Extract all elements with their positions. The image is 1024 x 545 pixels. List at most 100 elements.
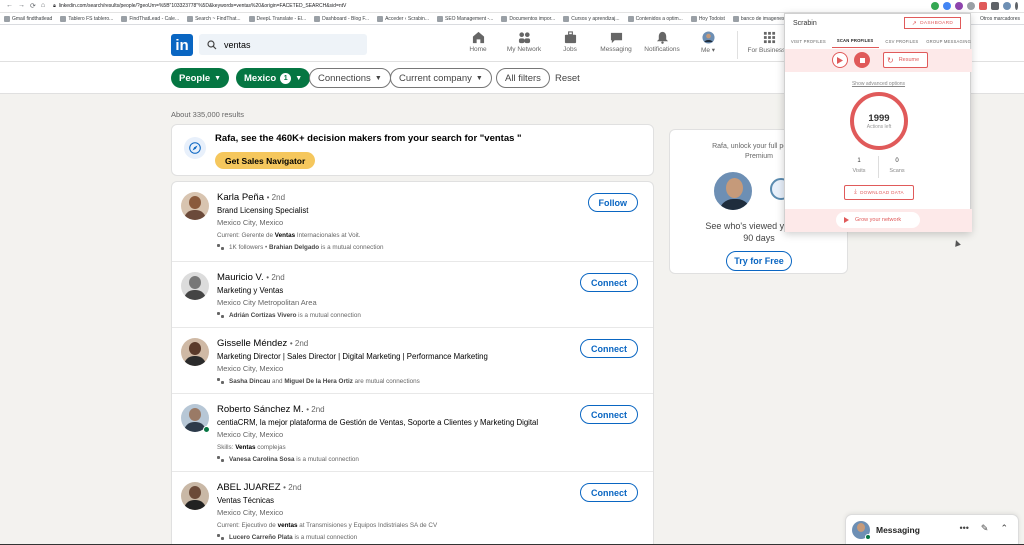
puzzle-icon[interactable] — [991, 2, 999, 10]
snippet-text: Current: Ejecutivo de — [217, 522, 278, 529]
reset-button[interactable]: Reset — [555, 73, 580, 84]
menu-icon[interactable] — [1015, 2, 1018, 10]
result-name[interactable]: Karla Peña • 2nd — [217, 192, 285, 203]
bookmark-item[interactable]: Hoy Todoist — [690, 15, 725, 22]
filter-label: Mexico — [244, 72, 277, 84]
mutual-connections[interactable]: Lucero Carreño Plata is a mutual connect… — [217, 534, 357, 541]
person-name[interactable]: Karla Peña — [217, 192, 264, 203]
scrabin-extension-icon[interactable] — [979, 2, 987, 10]
bookmark-item[interactable]: Gmail findthatlead — [4, 15, 52, 22]
avatar[interactable] — [181, 192, 209, 220]
connect-button[interactable]: Connect — [580, 273, 638, 292]
bookmark-item[interactable]: Tablero FS tablero... — [60, 15, 113, 22]
filter-label: Connections — [318, 72, 371, 84]
try-for-free-button[interactable]: Try for Free — [726, 251, 792, 271]
result-name[interactable]: Mauricio V. • 2nd — [217, 272, 285, 283]
avatar[interactable] — [181, 272, 209, 300]
scrabin-tab[interactable]: VISIT PROFILES — [785, 34, 832, 48]
nav-notifications[interactable]: Notifications — [639, 31, 685, 59]
result-name[interactable]: Gisselle Méndez • 2nd — [217, 338, 308, 349]
scrabin-popup: Scrabin ↗ DASHBOARD VISIT PROFILES SCAN P… — [784, 13, 972, 232]
grow-network-button[interactable]: Grow your network — [836, 212, 920, 228]
show-advanced-options-link[interactable]: Show advanced options — [785, 81, 972, 87]
bookmark-item[interactable]: Dashboard - Blog F... — [314, 15, 369, 22]
filter-people[interactable]: People ▼ — [171, 68, 230, 88]
external-link-icon: ↗ — [911, 20, 918, 27]
mutual-connections[interactable]: 1K followers • Brahian Delgado is a mutu… — [217, 244, 383, 251]
extension-icon[interactable] — [931, 2, 939, 10]
follow-button[interactable]: Follow — [587, 193, 638, 212]
avatar[interactable] — [181, 338, 209, 366]
forward-icon[interactable]: → — [18, 2, 25, 10]
bookmark-item[interactable]: Contenidos a optim... — [627, 15, 683, 22]
person-name[interactable]: Mauricio V. — [217, 272, 264, 283]
stop-button[interactable] — [854, 52, 870, 68]
profile-icon[interactable] — [1003, 2, 1011, 10]
bookmark-item[interactable]: banco de imagenes — [732, 15, 785, 22]
address-bar[interactable]: 🔒︎ linkedin.com/search/results/people/?g… — [53, 3, 346, 9]
bookmark-item[interactable]: FindThatLead - Cale... — [121, 15, 179, 22]
compose-icon[interactable]: ✎ — [981, 523, 989, 534]
filter-connections[interactable]: Connections ▼ — [309, 68, 391, 88]
bookmark-item[interactable]: DeepL Translate - El... — [248, 15, 306, 22]
bookmark-item[interactable]: Search ~ FindThat... — [187, 15, 241, 22]
visits-label: Visits — [852, 168, 866, 174]
search-icon — [207, 39, 217, 49]
filter-location[interactable]: Mexico 1 ▼ — [236, 68, 311, 88]
snippet-highlight: Ventas — [274, 232, 296, 239]
messaging-title[interactable]: Messaging — [876, 525, 920, 535]
scrabin-tab[interactable]: CSV PROFILES — [879, 34, 926, 48]
messaging-overlay[interactable]: Messaging ••• ✎ ⌃ — [845, 514, 1019, 545]
connect-button[interactable]: Connect — [580, 339, 638, 358]
home-browser-icon[interactable]: ⌂ — [41, 2, 45, 10]
search-value[interactable]: ventas — [224, 40, 251, 50]
bookmark-item[interactable]: Cursos y aprendizaj... — [563, 15, 620, 22]
more-icon[interactable]: ••• — [959, 523, 968, 534]
person-name[interactable]: Roberto Sánchez M. — [217, 404, 304, 415]
all-filters-button[interactable]: All filters — [496, 68, 550, 88]
search-input[interactable]: ventas — [199, 34, 367, 55]
resume-button[interactable]: ↻ Resume — [883, 52, 928, 68]
bookmark-label: banco de imagenes — [740, 15, 785, 22]
actions-left-gauge: 1999 Actions left — [850, 92, 908, 150]
extension-icon[interactable] — [955, 2, 963, 10]
nav-me[interactable]: Me ▾ — [685, 31, 731, 59]
bookmark-favicon-icon — [314, 15, 321, 22]
connect-button[interactable]: Connect — [580, 405, 638, 424]
bookmark-item[interactable]: Acceder ‹ Scrabin... — [377, 15, 429, 22]
get-sales-navigator-button[interactable]: Get Sales Navigator — [215, 152, 316, 169]
person-name[interactable]: Gisselle Méndez — [217, 338, 287, 349]
play-button[interactable] — [832, 52, 848, 68]
bookmark-item[interactable]: Documentos impor... — [501, 15, 555, 22]
resume-label: Resume — [898, 57, 920, 63]
result-name[interactable]: ABEL JUAREZ • 2nd — [217, 482, 302, 493]
dashboard-button[interactable]: ↗ DASHBOARD — [904, 17, 961, 29]
nav-jobs[interactable]: Jobs — [547, 31, 593, 59]
avatar[interactable] — [181, 482, 209, 510]
bookmark-item[interactable]: SEO Management -... — [436, 15, 493, 22]
connect-button[interactable]: Connect — [580, 483, 638, 502]
filter-current-company[interactable]: Current company ▼ — [390, 68, 492, 88]
mutual-text: is a mutual connection — [296, 312, 361, 319]
download-data-button[interactable]: ⤓ DOWNLOAD DATA — [844, 185, 914, 200]
mutual-connections[interactable]: Adrián Cortizas Vivero is a mutual conne… — [217, 312, 361, 319]
result-name[interactable]: Roberto Sánchez M. • 2nd — [217, 404, 325, 415]
bookmark-label: Cursos y aprendizaj... — [571, 15, 620, 22]
mutual-connections[interactable]: Sasha Dincau and Miguel De la Hera Ortiz… — [217, 378, 420, 385]
reload-icon[interactable]: ⟳ — [30, 2, 36, 10]
nav-messaging[interactable]: Messaging — [593, 31, 639, 59]
extension-icon[interactable] — [967, 2, 975, 10]
other-bookmarks[interactable]: Otros marcadores — [980, 16, 1020, 22]
extension-icon[interactable] — [943, 2, 951, 10]
scrabin-tab[interactable]: SCAN PROFILES — [831, 34, 879, 48]
scrabin-tab[interactable]: GROUP MESSAGING — [925, 34, 972, 48]
nav-home[interactable]: Home — [455, 31, 501, 59]
linkedin-logo[interactable]: in — [171, 34, 193, 56]
back-icon[interactable]: ← — [6, 2, 13, 10]
download-icon: ⤓ — [854, 189, 858, 195]
chevron-up-icon[interactable]: ⌃ — [1000, 523, 1008, 534]
nav-my-network[interactable]: My Network — [501, 31, 547, 59]
url-text[interactable]: linkedin.com/search/results/people/?geoU… — [59, 3, 347, 9]
mutual-connections[interactable]: Vanesa Carolina Sosa is a mutual connect… — [217, 456, 359, 463]
person-name[interactable]: ABEL JUAREZ — [217, 482, 281, 493]
